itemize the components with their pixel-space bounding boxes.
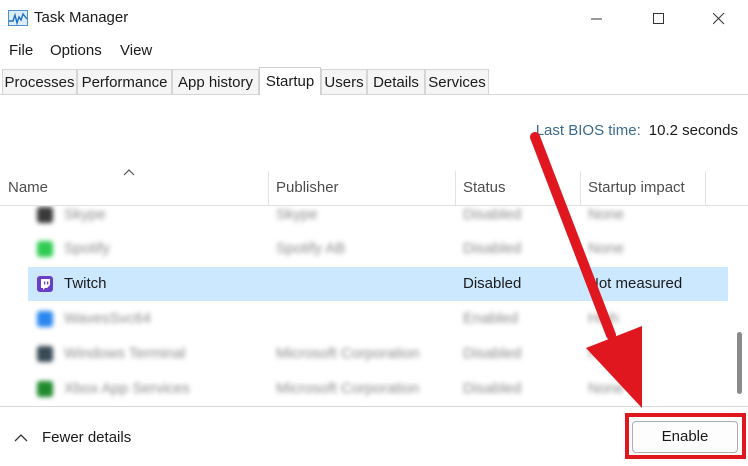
row-name: Twitch bbox=[64, 275, 107, 292]
task-manager-icon bbox=[8, 10, 28, 26]
row-impact: None bbox=[588, 206, 624, 223]
sort-ascending-icon bbox=[123, 169, 135, 176]
column-separator[interactable] bbox=[268, 171, 269, 205]
table-row[interactable]: Skype Skype Disabled None bbox=[28, 206, 728, 232]
row-publisher: Spotify AB bbox=[276, 240, 346, 257]
minimize-button[interactable] bbox=[566, 0, 628, 38]
table-row[interactable]: Xbox App Services Microsoft Corporation … bbox=[28, 372, 728, 406]
row-status: Disabled bbox=[463, 345, 522, 362]
column-status[interactable]: Status bbox=[463, 179, 506, 196]
row-status: Disabled bbox=[463, 240, 522, 257]
menu-bar: File Options View bbox=[0, 38, 748, 64]
row-impact: Not measured bbox=[588, 275, 683, 292]
row-status: Disabled bbox=[463, 380, 522, 397]
footer-bar: Fewer details Enable bbox=[0, 406, 748, 466]
close-button[interactable] bbox=[688, 0, 748, 38]
tab-performance[interactable]: Performance bbox=[77, 69, 172, 94]
row-publisher: Microsoft Corporation bbox=[276, 380, 420, 397]
maximize-button[interactable] bbox=[628, 0, 690, 38]
column-header-row: Name Publisher Status Startup impact bbox=[0, 165, 748, 206]
skype-app-icon bbox=[37, 207, 53, 223]
fewer-details-label: Fewer details bbox=[42, 429, 132, 446]
column-startup-impact[interactable]: Startup impact bbox=[588, 179, 685, 196]
row-impact: None bbox=[588, 240, 624, 257]
row-name: Skype bbox=[64, 206, 106, 223]
row-publisher: Microsoft Corporation bbox=[276, 345, 420, 362]
terminal-app-icon bbox=[37, 346, 53, 362]
table-row[interactable]: WavesSvc64 Enabled High bbox=[28, 302, 728, 336]
enable-button[interactable]: Enable bbox=[632, 421, 738, 453]
chevron-up-icon bbox=[14, 433, 28, 441]
vertical-scrollbar-thumb[interactable] bbox=[737, 332, 742, 394]
window-title: Task Manager bbox=[34, 9, 129, 26]
column-separator[interactable] bbox=[580, 171, 581, 205]
close-icon bbox=[713, 13, 725, 25]
row-publisher: Skype bbox=[276, 206, 318, 223]
menu-options[interactable]: Options bbox=[50, 42, 102, 59]
startup-app-list: Skype Skype Disabled None Spotify Spotif… bbox=[0, 206, 748, 406]
table-row-selected[interactable]: Twitch Disabled Not measured bbox=[28, 267, 728, 301]
row-status: Disabled bbox=[463, 275, 522, 292]
row-name: Windows Terminal bbox=[64, 345, 186, 362]
menu-file[interactable]: File bbox=[9, 42, 33, 59]
spotify-app-icon bbox=[37, 241, 53, 257]
title-bar: Task Manager bbox=[0, 0, 748, 38]
menu-view[interactable]: View bbox=[120, 42, 152, 59]
bios-time-value: 10.2 seconds bbox=[648, 122, 738, 139]
tab-services[interactable]: Services bbox=[425, 69, 489, 94]
tab-bar: Processes Performance App history Startu… bbox=[0, 67, 748, 95]
row-name: Xbox App Services bbox=[64, 380, 190, 397]
bios-time: Last BIOS time: 10.2 seconds bbox=[536, 122, 738, 139]
bios-time-label: Last BIOS time: bbox=[535, 122, 641, 139]
xbox-app-icon bbox=[37, 381, 53, 397]
column-separator[interactable] bbox=[705, 171, 706, 205]
waves-app-icon bbox=[37, 311, 53, 327]
row-name: Spotify bbox=[64, 240, 110, 257]
row-impact: None bbox=[588, 345, 624, 362]
tab-users[interactable]: Users bbox=[321, 69, 367, 94]
column-separator[interactable] bbox=[455, 171, 456, 205]
table-row[interactable]: Spotify Spotify AB Disabled None bbox=[28, 232, 728, 266]
maximize-icon bbox=[653, 13, 664, 24]
table-row[interactable]: Windows Terminal Microsoft Corporation D… bbox=[28, 337, 728, 371]
column-name[interactable]: Name bbox=[8, 179, 48, 196]
row-status: Disabled bbox=[463, 206, 522, 223]
minimize-icon bbox=[591, 18, 602, 20]
tab-processes[interactable]: Processes bbox=[2, 69, 77, 94]
tab-startup[interactable]: Startup bbox=[259, 67, 321, 95]
tab-details[interactable]: Details bbox=[367, 69, 425, 94]
row-impact: None bbox=[588, 380, 624, 397]
tab-app-history[interactable]: App history bbox=[172, 69, 259, 94]
fewer-details-link[interactable]: Fewer details bbox=[14, 429, 131, 446]
row-name: WavesSvc64 bbox=[64, 310, 151, 327]
row-impact: High bbox=[588, 310, 619, 327]
row-status: Enabled bbox=[463, 310, 519, 327]
twitch-app-icon bbox=[37, 276, 53, 292]
column-publisher[interactable]: Publisher bbox=[276, 179, 339, 196]
